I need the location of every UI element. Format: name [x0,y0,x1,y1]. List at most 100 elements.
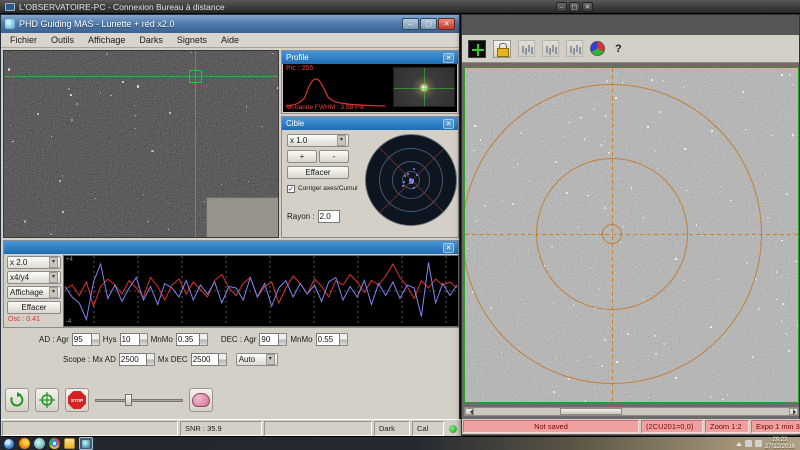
lock-icon[interactable] [493,40,511,58]
zoom-out-button[interactable]: - [319,150,349,163]
graph-panel-titlebar[interactable]: ✕ [4,241,458,254]
target-panel-title: Cible [286,119,304,128]
clock[interactable]: 20:23 27/12/2016 [765,437,797,450]
close-button[interactable]: ✕ [438,18,455,30]
dec-mode-select[interactable]: Auto ▾ [236,353,278,366]
spinner[interactable] [200,333,208,346]
spinner[interactable] [279,333,287,346]
max-ra-input[interactable] [119,353,147,366]
guiding-graph-svg [64,256,458,326]
dec-aggressiveness-input[interactable] [259,333,279,346]
start-button[interactable] [3,438,15,450]
rdp-minimize-button[interactable]: – [556,2,567,12]
help-button[interactable]: ? [612,43,625,55]
spinner[interactable] [340,333,348,346]
guide-camera-view[interactable] [3,50,279,238]
maximize-button[interactable]: ▢ [420,18,437,30]
menu-affichage[interactable]: Affichage [81,34,132,46]
stop-icon: STOP [68,391,86,409]
radius-row: Rayon : [287,210,340,223]
explorer-folder-icon[interactable] [64,438,75,449]
dec-aggressiveness-label: DEC : Agr [221,335,257,344]
stop-button[interactable]: STOP [65,388,89,412]
ra-aggressiveness-label: AD : Agr [39,335,69,344]
max-dec-input[interactable] [191,353,219,366]
rdp-connection-bar[interactable]: L'OBSERVATOIRE-PC - Connexion Bureau à d… [0,0,800,14]
crosshair-toggle-button[interactable] [468,40,486,58]
rdp-close-button[interactable]: ✕ [582,2,593,12]
close-icon[interactable]: ✕ [443,53,454,63]
status-spacer [264,421,372,436]
menu-darks[interactable]: Darks [132,34,170,46]
guide-star-box [189,70,202,83]
spinner[interactable] [219,353,227,366]
chevron-down-icon: ▾ [49,272,58,283]
remote-desktop-screen: L'OBSERVATOIRE-PC - Connexion Bureau à d… [0,0,800,450]
active-app-button[interactable] [79,437,93,450]
menu-outils[interactable]: Outils [44,34,81,46]
volume-icon[interactable] [755,440,762,447]
spinner[interactable] [140,333,148,346]
guide-button[interactable] [35,388,59,412]
target-panel-titlebar[interactable]: Cible ✕ [282,117,458,130]
target-zoom-select[interactable]: x 1.0 ▾ [287,134,349,147]
scroll-right-arrow[interactable] [789,408,798,415]
loop-exposures-button[interactable] [5,388,29,412]
horizontal-scrollbar[interactable] [464,407,799,416]
scroll-left-arrow[interactable] [465,408,474,415]
max-dec-label: Mx DEC [158,355,188,364]
guide-params-row: AD : Agr Hys MnMo DEC : Agr MnMo [3,332,459,347]
profile-panel-titlebar[interactable]: Profile ✕ [282,51,458,64]
menubar: Fichier Outils Affichage Darks Signets A… [1,33,459,48]
firefox-icon[interactable] [19,438,30,449]
chevron-down-icon: ▾ [337,135,346,146]
dec-minmove-input[interactable] [316,333,340,346]
graph-display-select[interactable]: Affichage ▾ [7,286,61,299]
exposure-slider[interactable] [95,392,183,408]
graph-yscale-select[interactable]: x4/y4 ▾ [7,271,61,284]
exposure-readout: Expo 1 min 36 [751,420,800,433]
close-icon[interactable]: ✕ [443,119,454,129]
checkbox[interactable]: ✓ [287,185,295,193]
ra-aggressiveness-input[interactable] [72,333,92,346]
target-clear-button[interactable]: Effacer [287,166,349,179]
menu-aide[interactable]: Aide [214,34,246,46]
menu-fichier[interactable]: Fichier [3,34,44,46]
advanced-settings-button[interactable] [189,388,213,412]
zoom-in-button[interactable]: + [287,150,317,163]
app-icon [5,19,15,29]
cal-indicator: Cal [412,421,444,436]
chrome-icon[interactable] [49,438,60,449]
scrollbar-thumb[interactable] [560,408,622,415]
target-panel: Cible ✕ x 1.0 ▾ + - Effacer ✓ Corriger a… [281,116,459,238]
network-icon[interactable] [745,440,752,447]
hysteresis-label: Hys [103,335,117,344]
radius-input[interactable] [318,210,340,223]
capture-image-view[interactable] [464,67,799,403]
spinner[interactable] [147,353,155,366]
status-led [449,425,457,433]
rdp-controls: – ▢ ✕ [556,2,593,12]
ra-minmove-input[interactable] [176,333,200,346]
graph-clear-button[interactable]: Effacer [7,301,61,314]
tray-expand-icon[interactable] [736,442,742,446]
rdp-restore-button[interactable]: ▢ [569,2,580,12]
hysteresis-input[interactable] [120,333,140,346]
graph-xscale-select[interactable]: x 2.0 ▾ [7,256,61,269]
close-icon[interactable]: ✕ [443,243,454,253]
graph-panel: ✕ x 2.0 ▾ x4/y4 ▾ Affichage ▾ Effacer Os… [3,240,459,328]
guider-statusbar: SNR : 35.9 Dark Cal [1,419,461,437]
thumb-crosshair-h [394,88,454,89]
minimize-button[interactable]: – [402,18,419,30]
app-icon[interactable] [34,438,45,449]
clock-date: 27/12/2016 [765,444,795,450]
guider-titlebar[interactable]: PHD Guiding MAS - Lunette + réd x2.0 – ▢… [1,15,459,33]
graph-body: x 2.0 ▾ x4/y4 ▾ Affichage ▾ Effacer Osc … [5,254,457,326]
spinner[interactable] [92,333,100,346]
menu-signets[interactable]: Signets [170,34,214,46]
slider-thumb[interactable] [125,394,132,406]
save-status: Not saved [463,420,639,433]
profile-body: Pic : 255 Mi-bande FWHM : 3.88 Pix [283,64,457,112]
color-wheel-icon[interactable] [590,41,605,56]
target-body: x 1.0 ▾ + - Effacer ✓ Corriger axes/Cumu… [283,130,457,236]
